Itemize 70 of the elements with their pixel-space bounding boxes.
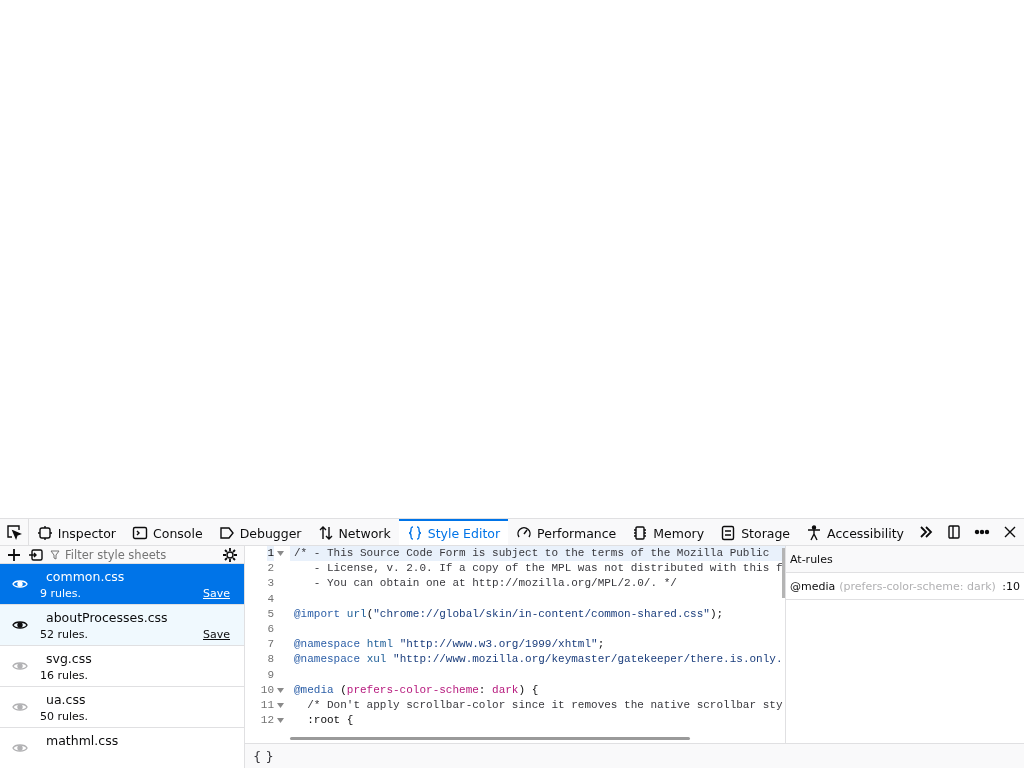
line-reference[interactable]: :10: [1002, 579, 1020, 593]
debugger-icon: [218, 525, 235, 541]
devtools-tab[interactable]: Debugger: [210, 519, 310, 545]
chip-icon: [632, 525, 649, 541]
save-link[interactable]: Save: [203, 628, 230, 641]
line-number: 10: [260, 682, 274, 698]
devtools-tab[interactable]: Memory: [624, 519, 713, 545]
line-number: 1: [267, 546, 274, 562]
line-number: 4: [267, 591, 274, 607]
person-icon: [806, 525, 823, 541]
pretty-print-button[interactable]: { }: [253, 749, 274, 764]
code-line: @media (prefers-color-scheme: dark) {: [293, 682, 540, 698]
devtools-tab[interactable]: Accessibility: [798, 519, 912, 545]
fold-arrow-icon[interactable]: [276, 718, 284, 724]
panel-title: At-rules: [790, 552, 833, 566]
import-icon[interactable]: [28, 546, 44, 563]
devtools-tab[interactable]: Performance: [508, 519, 625, 545]
vertical-scrollbar[interactable]: [782, 548, 785, 598]
line-number: 7: [267, 637, 274, 653]
code-line: @namespace html "http://www.w3.org/1999/xhtml";: [293, 637, 606, 653]
line-number: 11: [260, 697, 274, 713]
code-line: :root {: [306, 713, 355, 729]
rule-count: 52 rules.: [40, 628, 89, 641]
stylesheet-item[interactable]: svg.css 16 rules.: [0, 646, 244, 687]
stylesheet-name: svg.css: [45, 651, 93, 666]
stylesheet-item[interactable]: common.css 9 rules. Save: [0, 564, 244, 605]
stylesheet-name: aboutProcesses.css: [45, 610, 169, 625]
rule-count: 50 rules.: [40, 710, 89, 723]
at-rule-item[interactable]: @media (prefers-color-scheme: dark) :10: [786, 573, 1024, 600]
storage-icon: [720, 525, 737, 541]
devtools-tab[interactable]: Console: [124, 519, 211, 545]
line-number: 6: [267, 621, 274, 637]
line-number: 2: [267, 561, 274, 577]
devtools-tab[interactable]: Storage: [712, 519, 799, 545]
stylesheet-name: common.css: [45, 569, 126, 584]
stylesheet-item[interactable]: mathml.css: [0, 728, 244, 768]
rule-count: 16 rules.: [40, 669, 89, 682]
element-picker-icon[interactable]: [5, 524, 22, 540]
rule-count: 9 rules.: [40, 587, 82, 600]
devtools-tab[interactable]: Style Editor: [398, 519, 509, 545]
code-line: - You can obtain one at http://mozilla.org/MPL/2.0/. */: [312, 576, 678, 592]
fold-arrow-icon[interactable]: [276, 551, 284, 557]
gear-icon[interactable]: [222, 546, 238, 563]
filter-icon: [50, 549, 60, 560]
code-line: @namespace xul "http://www.mozilla.org/keymaster/gatekeeper/there.is.only.: [293, 652, 784, 668]
console-icon: [132, 525, 148, 541]
devtools-tab[interactable]: Network: [309, 519, 399, 545]
inspector-icon: [36, 525, 53, 541]
horizontal-scrollbar[interactable]: [290, 737, 690, 740]
stylesheet-item[interactable]: aboutProcesses.css 52 rules. Save: [0, 605, 244, 646]
stylesheet-name: ua.css: [45, 692, 87, 707]
devtools-tab[interactable]: Inspector: [28, 519, 124, 545]
line-number: 5: [267, 606, 274, 622]
code-line: - License, v. 2.0. If a copy of the MPL was not distributed with this f: [312, 561, 784, 577]
stylesheet-name: mathml.css: [45, 733, 120, 748]
code-line: @import url("chrome://global/skin/in-content/common-shared.css");: [293, 606, 725, 622]
braces-icon: [406, 525, 423, 541]
arrows-icon: [317, 525, 334, 541]
at-rule-condition: (prefers-color-scheme: dark): [839, 579, 997, 593]
fold-arrow-icon[interactable]: [276, 687, 284, 693]
line-number: 8: [267, 652, 274, 668]
line-number: 9: [267, 667, 274, 683]
save-link[interactable]: Save: [203, 587, 230, 600]
line-number: 12: [260, 713, 274, 729]
plus-icon[interactable]: [6, 546, 22, 563]
line-number: 3: [267, 576, 274, 592]
stylesheet-item[interactable]: ua.css 50 rules.: [0, 687, 244, 728]
at-rule-keyword: @media: [790, 579, 836, 593]
code-line: /* Don't apply scrollbar-color since it removes the native scrollbar sty: [306, 697, 784, 713]
fold-arrow-icon[interactable]: [276, 702, 284, 708]
